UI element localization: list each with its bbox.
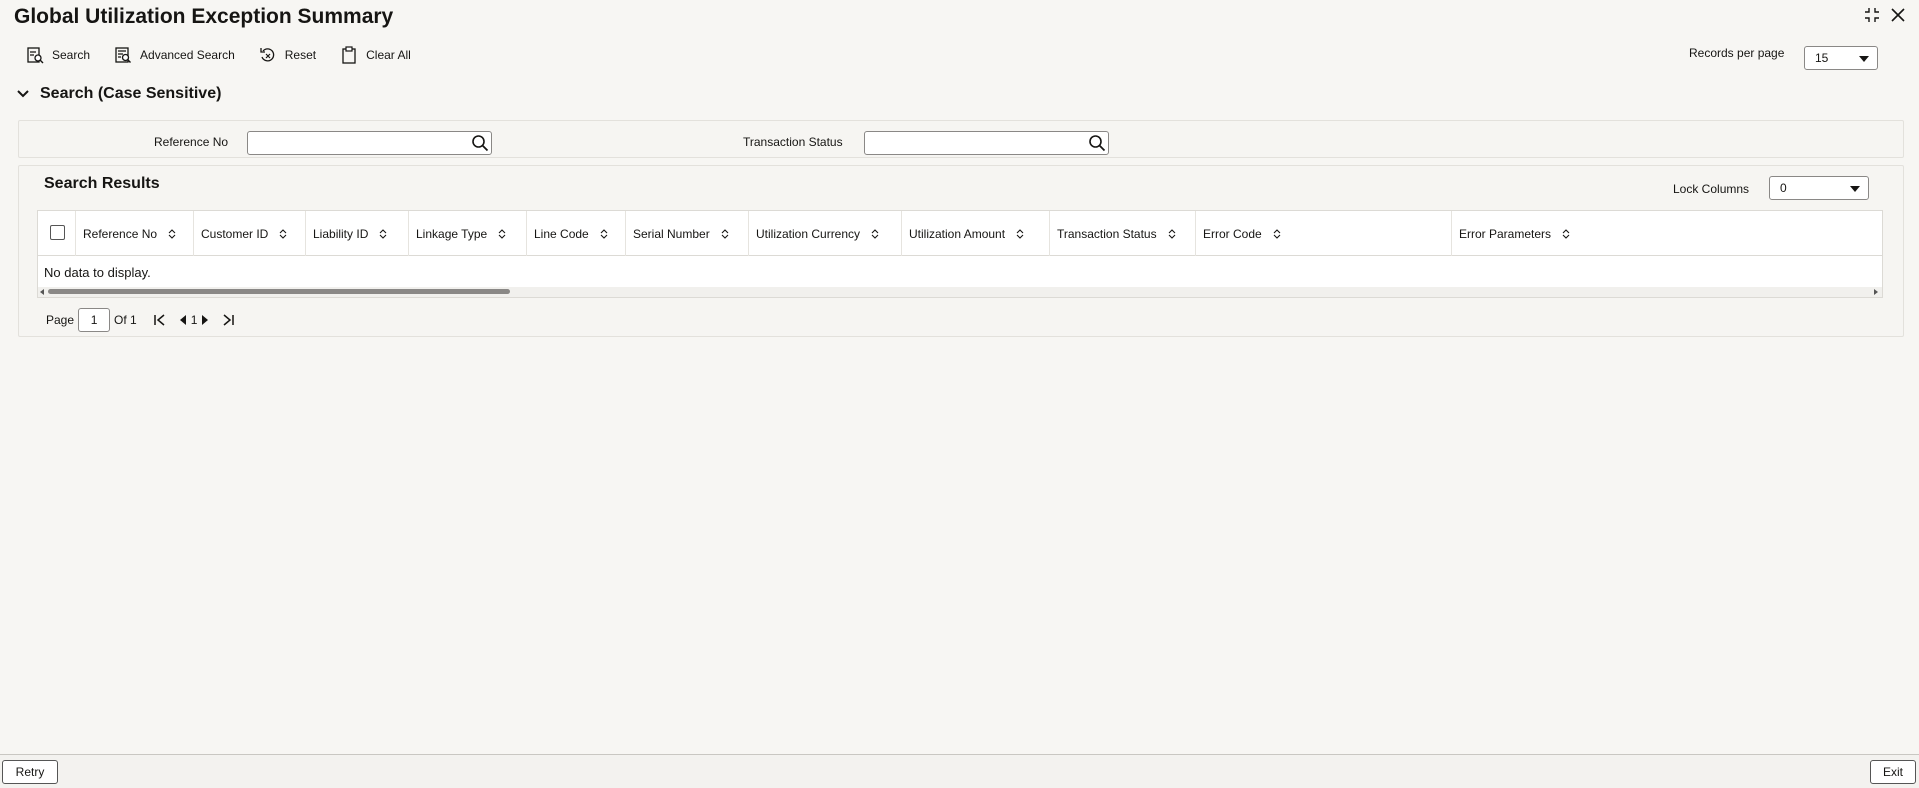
- column-label: Utilization Amount: [909, 226, 1006, 241]
- search-section-title: Search (Case Sensitive): [40, 85, 222, 102]
- column-label: Customer ID: [201, 226, 269, 241]
- search-icon[interactable]: [1088, 134, 1106, 152]
- sort-icon: [1562, 228, 1570, 239]
- records-per-page-value: 15: [1815, 51, 1829, 65]
- select-all-checkbox[interactable]: [50, 225, 65, 240]
- search-results-title: Search Results: [44, 175, 160, 192]
- column-label: Error Code: [1203, 226, 1262, 241]
- column-header-liability-id[interactable]: Liability ID: [306, 211, 409, 256]
- column-header-utilization-amount[interactable]: Utilization Amount: [902, 211, 1050, 256]
- records-per-page-label: Records per page: [1689, 46, 1785, 60]
- empty-message: No data to display.: [44, 265, 151, 280]
- chevron-down-icon: [1859, 56, 1869, 62]
- last-page-icon[interactable]: [221, 314, 235, 326]
- column-label: Linkage Type: [416, 226, 488, 241]
- lock-columns-select[interactable]: 0: [1769, 176, 1869, 200]
- advanced-search-icon: [115, 47, 132, 63]
- search-button[interactable]: Search: [26, 46, 90, 64]
- clipboard-icon: [342, 46, 356, 64]
- sort-icon: [1016, 228, 1024, 239]
- previous-page-icon[interactable]: [179, 315, 187, 325]
- current-page-number: 1: [190, 313, 198, 327]
- footer-bar: [0, 754, 1919, 788]
- advanced-search-button-label: Advanced Search: [140, 48, 235, 62]
- page-input[interactable]: 1: [78, 308, 111, 332]
- column-header-linkage-type[interactable]: Linkage Type: [409, 211, 527, 256]
- column-label: Reference No: [83, 226, 158, 241]
- reference-no-input[interactable]: [247, 131, 492, 155]
- column-header-line-code[interactable]: Line Code: [527, 211, 626, 256]
- sort-icon: [1273, 228, 1281, 239]
- chevron-down-icon: [17, 90, 29, 98]
- column-header-utilization-currency[interactable]: Utilization Currency: [749, 211, 902, 256]
- search-doc-icon: [27, 47, 44, 64]
- retry-button[interactable]: Retry: [2, 760, 58, 784]
- reset-icon: [260, 48, 274, 62]
- lock-columns-label: Lock Columns: [1673, 182, 1750, 196]
- reset-button[interactable]: Reset: [259, 46, 316, 64]
- select-all-cell: [38, 211, 76, 256]
- horizontal-scrollbar[interactable]: [38, 287, 1882, 297]
- column-header-error-code[interactable]: Error Code: [1196, 211, 1452, 256]
- clear-all-button-label: Clear All: [366, 48, 411, 62]
- sort-icon: [1168, 228, 1175, 239]
- reset-button-label: Reset: [284, 48, 317, 62]
- search-section-toggle[interactable]: Search (Case Sensitive): [16, 85, 221, 103]
- chevron-down-icon: [1850, 186, 1860, 192]
- collapse-icon[interactable]: [1863, 6, 1881, 24]
- column-header-reference-no[interactable]: Reference No: [76, 211, 194, 256]
- column-header-error-parameters[interactable]: Error Parameters: [1452, 211, 1882, 256]
- sort-icon: [871, 228, 879, 239]
- window-controls: [1863, 6, 1907, 24]
- column-label: Serial Number: [633, 226, 710, 241]
- sort-icon: [168, 228, 176, 239]
- sort-icon: [279, 228, 287, 239]
- search-button-label: Search: [52, 48, 91, 62]
- reference-no-label: Reference No: [154, 135, 229, 149]
- column-header-transaction-status[interactable]: Transaction Status: [1050, 211, 1196, 256]
- column-header-serial-number[interactable]: Serial Number: [626, 211, 749, 256]
- column-label: Transaction Status: [1057, 226, 1157, 241]
- clear-all-button[interactable]: Clear All: [340, 46, 411, 64]
- column-label: Error Parameters: [1459, 226, 1552, 241]
- toolbar: Search Advanced Search Reset Clear All: [26, 46, 411, 64]
- transaction-status-label: Transaction Status: [743, 135, 843, 149]
- page-label: Page: [46, 313, 75, 327]
- results-table: Reference No Customer ID Liability ID Li…: [37, 210, 1883, 298]
- lock-columns-value: 0: [1780, 181, 1787, 195]
- scrollbar-thumb[interactable]: [48, 289, 510, 294]
- records-per-page-select[interactable]: 15: [1804, 46, 1878, 70]
- sort-icon: [379, 228, 387, 239]
- column-label: Line Code: [534, 226, 589, 241]
- column-label: Liability ID: [313, 226, 369, 241]
- scroll-right-icon[interactable]: [1874, 289, 1878, 295]
- sort-icon: [721, 228, 729, 239]
- sort-icon: [498, 228, 506, 239]
- exit-button[interactable]: Exit: [1870, 760, 1916, 784]
- transaction-status-input[interactable]: [864, 131, 1109, 155]
- close-icon[interactable]: [1889, 6, 1907, 24]
- sort-icon: [600, 228, 608, 239]
- page-of-label: Of 1: [114, 313, 137, 327]
- table-header: Reference No Customer ID Liability ID Li…: [38, 211, 1882, 256]
- next-page-icon[interactable]: [201, 315, 209, 325]
- column-header-customer-id[interactable]: Customer ID: [194, 211, 306, 256]
- first-page-icon[interactable]: [153, 314, 167, 326]
- search-icon[interactable]: [471, 134, 489, 152]
- pagination: Page 1 Of 1 1: [46, 308, 235, 332]
- page-title: Global Utilization Exception Summary: [14, 5, 394, 28]
- column-label: Utilization Currency: [756, 226, 861, 241]
- advanced-search-button[interactable]: Advanced Search: [114, 46, 235, 64]
- scroll-left-icon[interactable]: [40, 289, 44, 295]
